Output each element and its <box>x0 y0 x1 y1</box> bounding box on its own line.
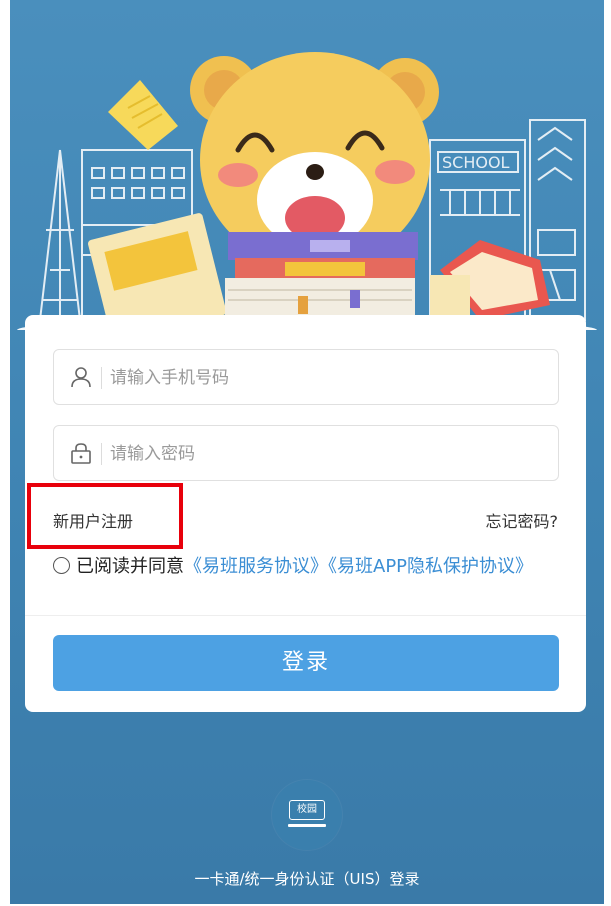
password-field[interactable] <box>53 425 559 481</box>
uis-login-link[interactable]: 一卡通/统一身份认证（UIS）登录 <box>10 868 604 889</box>
privacy-agreement-link[interactable]: 《易班APP隐私保护协议》 <box>328 556 533 577</box>
app-screen: SCHOOL 请输入手机号码 新用户注册 忘记密码? 已阅读并同意《易班服务协议… <box>10 0 604 904</box>
service-agreement-link[interactable]: 《易班服务协议》 <box>184 556 328 577</box>
lock-icon <box>71 443 91 464</box>
agreement-prefix: 已阅读并同意 <box>76 556 184 577</box>
user-icon <box>71 367 91 388</box>
agreement-row: 已阅读并同意《易班服务协议》《易班APP隐私保护协议》 <box>53 553 559 580</box>
book-stack <box>225 232 418 316</box>
field-divider <box>101 367 102 389</box>
login-card: 新用户注册 忘记密码? 已阅读并同意《易班服务协议》《易班APP隐私保护协议》 … <box>25 315 586 712</box>
school-sign: SCHOOL <box>442 153 510 172</box>
agreement-radio[interactable] <box>53 557 70 574</box>
login-button[interactable]: 登录 <box>53 635 559 691</box>
card-divider <box>25 615 586 616</box>
campus-icon[interactable]: 校园 <box>272 780 342 850</box>
phone-field[interactable] <box>53 349 559 405</box>
register-link[interactable]: 新用户注册 <box>53 508 133 532</box>
mascot-illustration: SCHOOL <box>17 52 597 330</box>
open-book <box>430 240 550 320</box>
campus-badge: 校园 <box>289 800 325 820</box>
hero-illustration: SCHOOL <box>10 0 604 330</box>
flying-paper <box>108 80 178 150</box>
field-divider <box>101 443 102 465</box>
papers-left <box>88 213 227 330</box>
password-input[interactable] <box>110 440 530 468</box>
phone-input[interactable] <box>110 364 530 392</box>
forgot-password-link[interactable]: 忘记密码? <box>486 508 559 532</box>
campus-icon-base <box>288 824 326 827</box>
